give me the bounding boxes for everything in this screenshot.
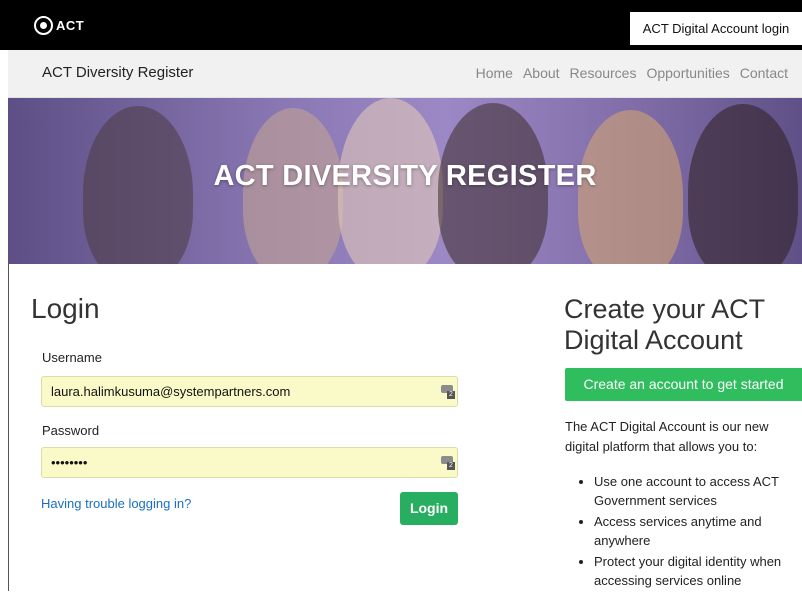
username-label: Username (42, 350, 102, 365)
login-heading: Login (31, 293, 100, 324)
login-help-link[interactable]: Having trouble logging in? (41, 496, 191, 511)
nav-link-about[interactable]: About (523, 65, 560, 81)
username-input[interactable]: laura.halimkusuma@systempartners.com 2 (41, 376, 458, 407)
act-seal-icon (34, 15, 53, 35)
username-value: laura.halimkusuma@systempartners.com (51, 384, 291, 399)
create-account-heading: Create your ACT Digital Account (564, 294, 765, 355)
nav-link-contact[interactable]: Contact (740, 65, 788, 81)
list-item: Access services anytime and anywhere (594, 512, 802, 550)
nav-link-opportunities[interactable]: Opportunities (646, 65, 729, 81)
password-input[interactable]: •••••••• 2 (41, 447, 458, 478)
list-item: Protect your digital identity when acces… (594, 552, 802, 590)
hero-title: ACT DIVERSITY REGISTER (213, 160, 597, 192)
government-top-bar: ACT ACT Digital Account login (0, 0, 802, 50)
benefits-list: Use one account to access ACT Government… (582, 472, 802, 592)
list-item: Use one account to access ACT Government… (594, 472, 802, 510)
site-navbar: ACT Diversity Register Home About Resour… (8, 50, 802, 98)
login-button[interactable]: Login (400, 492, 458, 525)
password-label: Password (42, 423, 100, 438)
content-left-border (8, 264, 9, 591)
digital-account-description: The ACT Digital Account is our new digit… (565, 419, 769, 454)
nav-link-home[interactable]: Home (476, 65, 513, 81)
act-logo-text: ACT (56, 17, 85, 33)
nav-link-resources[interactable]: Resources (570, 65, 637, 81)
password-value: •••••••• (51, 455, 88, 470)
password-manager-icon[interactable]: 2 (441, 456, 455, 470)
digital-account-login-button[interactable]: ACT Digital Account login (630, 12, 802, 45)
hero-banner: ACT DIVERSITY REGISTER (8, 98, 802, 264)
site-brand[interactable]: ACT Diversity Register (42, 64, 193, 81)
create-account-button[interactable]: Create an account to get started (565, 368, 802, 401)
act-government-logo[interactable]: ACT (34, 14, 84, 36)
nav-links: Home About Resources Opportunities Conta… (476, 65, 788, 81)
password-manager-icon[interactable]: 2 (441, 385, 455, 399)
